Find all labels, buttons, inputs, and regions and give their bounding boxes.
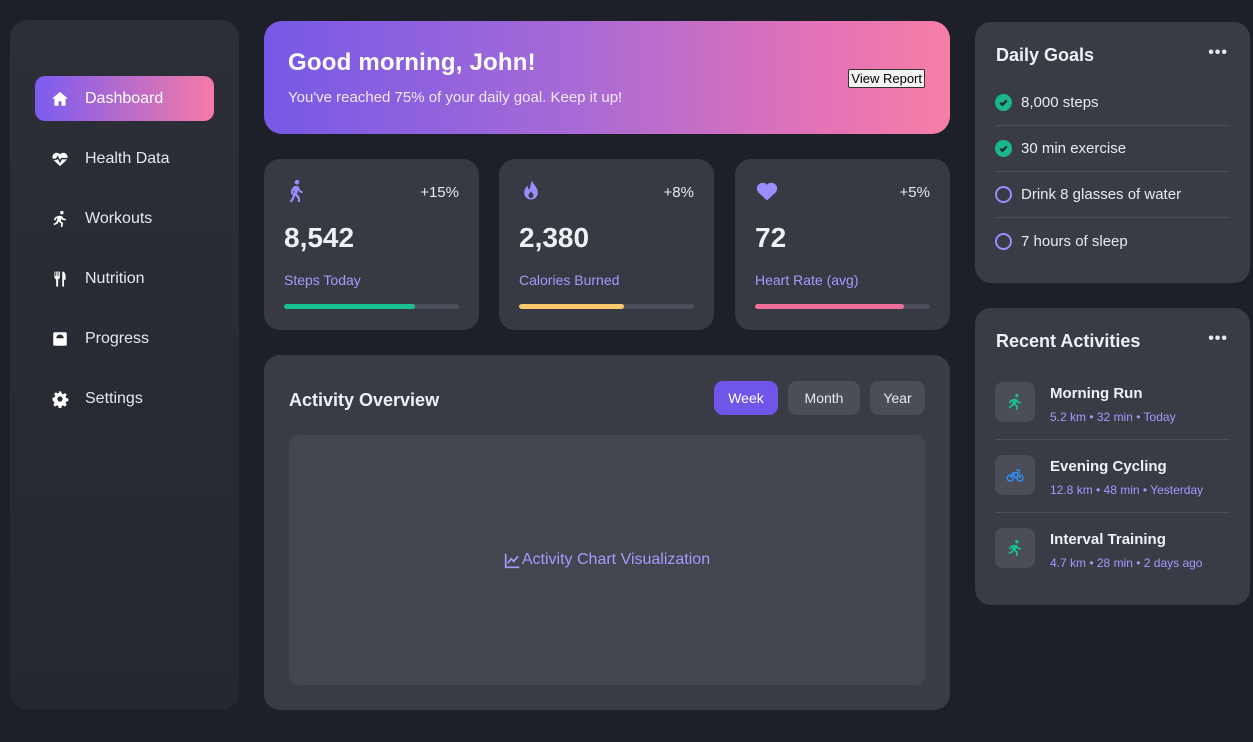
- activity-name: Morning Run: [1050, 385, 1143, 402]
- welcome-banner: Good morning, John! You've reached 75% o…: [264, 21, 950, 134]
- progress-bar: [755, 304, 930, 309]
- empty-circle-icon: [995, 186, 1012, 203]
- chart-placeholder-text: Activity Chart Visualization: [521, 551, 711, 568]
- activity-meta: 12.8 km • 48 min • Yesterday: [1050, 483, 1204, 497]
- check-circle-icon: [995, 94, 1012, 111]
- check-circle-icon: [995, 140, 1012, 157]
- range-year-button[interactable]: Year: [870, 381, 925, 415]
- fire-icon: [519, 180, 543, 207]
- running-icon: [51, 210, 69, 228]
- progress-fill: [284, 304, 416, 309]
- progress-bar: [519, 304, 694, 309]
- more-options-icon[interactable]: •••: [1208, 44, 1228, 62]
- gear-icon: [51, 390, 69, 408]
- recent-activities-title: Recent Activities: [996, 331, 1141, 351]
- sidebar-item-health-data[interactable]: Health Data: [35, 136, 214, 181]
- sidebar-item-label: Settings: [85, 389, 143, 407]
- sidebar-item-progress[interactable]: Progress: [35, 316, 214, 361]
- activity-overview-title: Activity Overview: [289, 390, 440, 410]
- bicycle-icon: [995, 455, 1035, 495]
- sidebar-item-label: Dashboard: [85, 89, 164, 107]
- home-icon: [51, 90, 69, 108]
- goal-item[interactable]: 7 hours of sleep: [995, 218, 1230, 264]
- progress-bar: [284, 304, 459, 309]
- line-chart-icon: [504, 553, 520, 568]
- activity-name: Evening Cycling: [1050, 458, 1167, 475]
- activity-item[interactable]: Evening Cycling 12.8 km • 48 min • Yeste…: [995, 440, 1230, 513]
- stat-card-calories: +8% 2,380 Calories Burned: [499, 159, 714, 330]
- range-month-button[interactable]: Month: [788, 381, 860, 415]
- more-options-icon[interactable]: •••: [1208, 330, 1228, 348]
- activity-chart-area: Activity Chart Visualization: [289, 435, 925, 685]
- sidebar-item-workouts[interactable]: Workouts: [35, 196, 214, 241]
- progress-fill: [519, 304, 624, 309]
- activity-item[interactable]: Morning Run 5.2 km • 32 min • Today: [995, 367, 1230, 440]
- empty-circle-icon: [995, 232, 1012, 250]
- stat-card-heart-rate: +5% 72 Heart Rate (avg): [735, 159, 950, 330]
- running-icon: [995, 528, 1035, 568]
- utensils-icon: [51, 270, 69, 288]
- stat-change: +15%: [420, 184, 459, 201]
- sidebar-item-dashboard[interactable]: Dashboard: [35, 76, 214, 121]
- sidebar-item-settings[interactable]: Settings: [35, 376, 214, 421]
- recent-activities-card: Recent Activities ••• Morning Run 5.2 km…: [975, 308, 1250, 605]
- stat-label: Calories Burned: [519, 272, 620, 288]
- weight-scale-icon: [51, 330, 69, 348]
- sidebar-item-label: Workouts: [85, 209, 153, 227]
- heart-pulse-icon: [51, 150, 69, 168]
- walking-icon: [284, 179, 308, 207]
- sidebar-item-label: Health Data: [85, 149, 170, 167]
- activity-meta: 4.7 km • 28 min • 2 days ago: [1050, 556, 1203, 570]
- stat-label: Heart Rate (avg): [755, 272, 859, 288]
- goal-label: 30 min exercise: [1021, 140, 1127, 157]
- activity-overview-card: Activity Overview Week Month Year Activi…: [264, 355, 950, 710]
- sidebar-item-nutrition[interactable]: Nutrition: [35, 256, 214, 301]
- daily-goals-title: Daily Goals: [996, 45, 1095, 65]
- stat-change: +8%: [663, 184, 694, 201]
- goal-item[interactable]: Drink 8 glasses of water: [995, 172, 1230, 218]
- sidebar-item-label: Nutrition: [85, 269, 145, 287]
- goal-item[interactable]: 8,000 steps: [995, 80, 1230, 126]
- greeting-title: Good morning, John!: [288, 49, 536, 76]
- range-week-button[interactable]: Week: [714, 381, 778, 415]
- stat-card-steps: +15% 8,542 Steps Today: [264, 159, 479, 330]
- stat-value: 8,542: [284, 222, 355, 253]
- goal-label: 8,000 steps: [1021, 94, 1099, 111]
- heart-icon: [755, 182, 779, 207]
- greeting-message: You've reached 75% of your daily goal. K…: [288, 89, 623, 106]
- stat-value: 2,380: [519, 222, 590, 253]
- stat-label: Steps Today: [284, 272, 361, 288]
- goal-label: Drink 8 glasses of water: [1021, 186, 1182, 203]
- activity-name: Interval Training: [1050, 531, 1166, 548]
- goal-label: 7 hours of sleep: [1021, 232, 1128, 250]
- sidebar: Dashboard Health Data Workouts Nutrition…: [10, 20, 239, 710]
- goal-item[interactable]: 30 min exercise: [995, 126, 1230, 172]
- daily-goals-card: Daily Goals ••• 8,000 steps 30 min exerc…: [975, 22, 1250, 283]
- activity-item[interactable]: Interval Training 4.7 km • 28 min • 2 da…: [995, 513, 1230, 586]
- stat-change: +5%: [899, 184, 930, 201]
- view-report-button[interactable]: View Report: [848, 69, 925, 88]
- sidebar-item-label: Progress: [85, 329, 150, 347]
- activity-meta: 5.2 km • 32 min • Today: [1050, 410, 1176, 424]
- progress-fill: [755, 304, 904, 309]
- running-icon: [995, 382, 1035, 422]
- stat-value: 72: [755, 222, 787, 253]
